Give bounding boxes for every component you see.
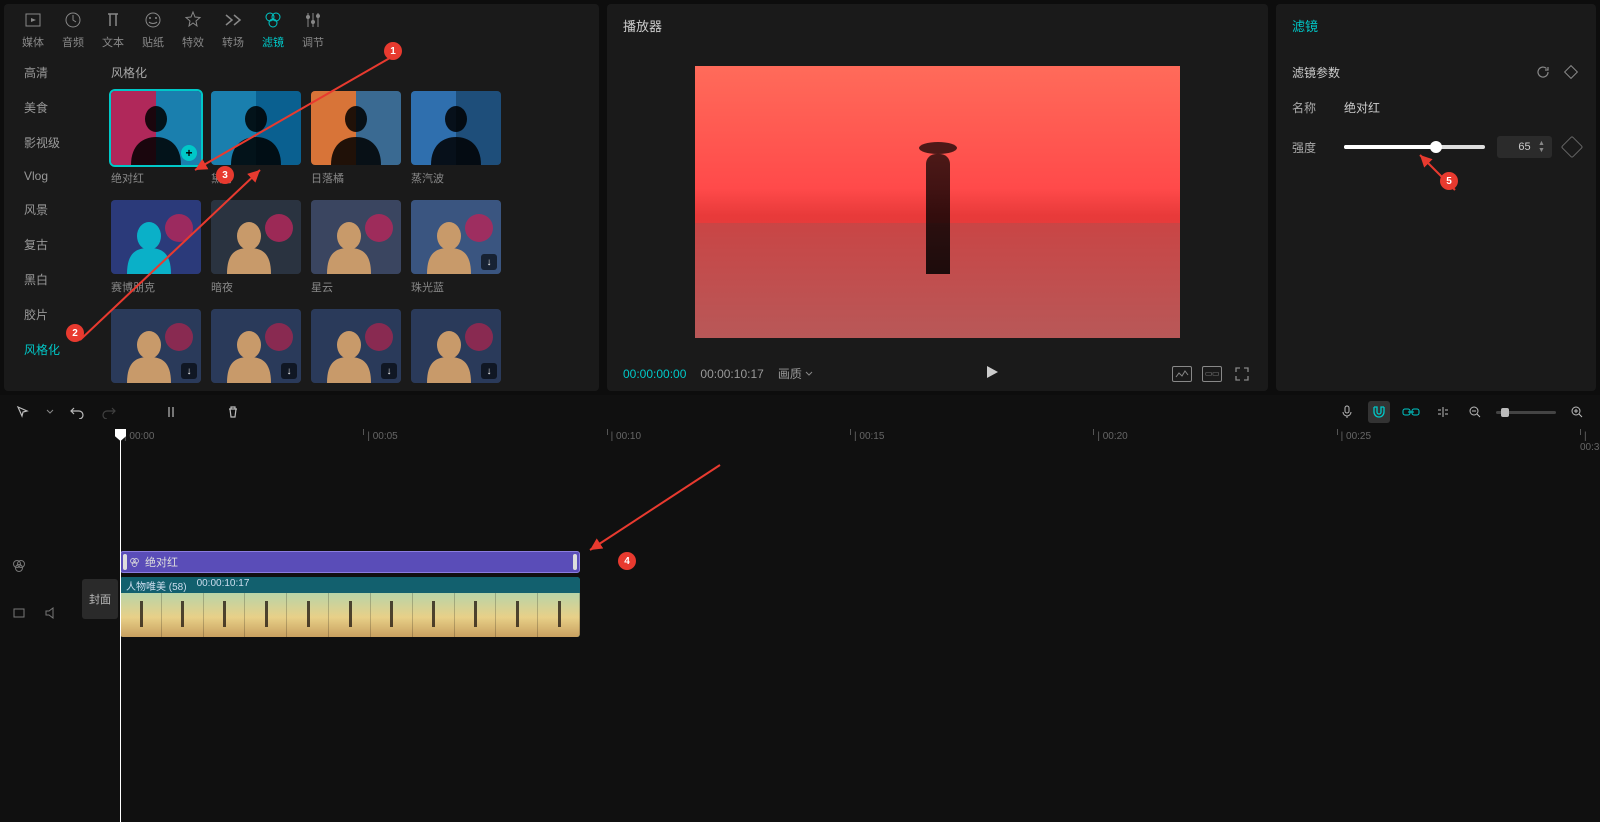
link-tool[interactable] <box>1400 401 1422 423</box>
filter-item-10[interactable]: ↓ <box>311 309 401 388</box>
filter-item-7[interactable]: ↓珠光蓝 <box>411 200 501 295</box>
grid-title: 风格化 <box>111 64 587 81</box>
name-label: 名称 <box>1292 99 1332 116</box>
compare-icon[interactable] <box>1172 366 1192 382</box>
video-clip-duration: 00:00:10:17 <box>197 578 250 592</box>
annotation-1: 1 <box>384 42 402 60</box>
strength-keyframe-button[interactable] <box>1561 136 1584 159</box>
chevron-down-icon <box>805 370 813 378</box>
split-tool[interactable] <box>160 401 182 423</box>
filter-item-11[interactable]: ↓ <box>411 309 501 388</box>
filter-item-3[interactable]: 蒸汽波 <box>411 91 501 186</box>
zoom-in-icon[interactable] <box>1566 401 1588 423</box>
undo-button[interactable] <box>66 401 88 423</box>
filter-item-2[interactable]: 日落橘 <box>311 91 401 186</box>
sidebar-cat-2[interactable]: 影视级 <box>24 134 99 151</box>
filter-item-5[interactable]: 暗夜 <box>211 200 301 295</box>
top-tab-4[interactable]: 特效 <box>182 10 204 54</box>
zoom-out-icon[interactable] <box>1464 401 1486 423</box>
filter-clip-label: 绝对红 <box>145 554 178 570</box>
cursor-dropdown[interactable] <box>44 401 56 423</box>
time-duration: 00:00:10:17 <box>700 367 763 381</box>
sidebar-cat-8[interactable]: 风格化 <box>24 341 99 358</box>
video-clip[interactable]: 人物唯美 (58) 00:00:10:17 <box>120 577 580 637</box>
timeline-toolbar <box>0 395 1600 429</box>
video-preview[interactable] <box>607 47 1268 356</box>
delete-tool[interactable] <box>222 401 244 423</box>
sidebar-cat-1[interactable]: 美食 <box>24 99 99 116</box>
sidebar-cat-3[interactable]: Vlog <box>24 169 99 183</box>
annotation-2: 2 <box>66 324 84 342</box>
sidebar-cat-0[interactable]: 高清 <box>24 64 99 81</box>
timeline-ruler[interactable]: | 00:00| 00:05| 00:10| 00:15| 00:20| 00:… <box>120 429 1600 451</box>
lock-track-icon[interactable] <box>12 606 26 623</box>
params-title: 滤镜参数 <box>1292 64 1340 81</box>
sidebar-cat-4[interactable]: 风景 <box>24 201 99 218</box>
playhead[interactable] <box>120 429 121 822</box>
filter-clip-icon <box>129 557 140 568</box>
top-tab-5[interactable]: 转场 <box>222 10 244 54</box>
strength-slider[interactable] <box>1344 145 1485 149</box>
annotation-3: 3 <box>216 166 234 184</box>
redo-button[interactable] <box>98 401 120 423</box>
quality-selector[interactable]: 画质 <box>778 365 813 382</box>
top-tabs: 媒体音频文本贴纸特效转场滤镜调节 <box>4 4 599 54</box>
top-tab-3[interactable]: 贴纸 <box>142 10 164 54</box>
timeline-panel: | 00:00| 00:05| 00:10| 00:15| 00:20| 00:… <box>0 395 1600 822</box>
player-title: 播放器 <box>607 4 1268 47</box>
mute-track-icon[interactable] <box>44 606 58 623</box>
mic-icon[interactable] <box>1336 401 1358 423</box>
add-icon[interactable]: + <box>181 145 197 161</box>
keyframe-diamond-icon[interactable] <box>1562 63 1580 81</box>
name-value: 绝对红 <box>1344 99 1380 116</box>
cursor-tool[interactable] <box>12 401 34 423</box>
download-icon[interactable]: ↓ <box>481 254 497 270</box>
top-tab-0[interactable]: 媒体 <box>22 10 44 54</box>
filter-categories: 高清美食影视级 Vlog 风景复古黑白胶片风格化 <box>4 54 99 391</box>
fullscreen-icon[interactable] <box>1232 366 1252 382</box>
annotation-5: 5 <box>1440 172 1458 190</box>
top-tab-6[interactable]: 滤镜 <box>262 10 284 54</box>
play-button[interactable] <box>984 364 1000 383</box>
annotation-4: 4 <box>618 552 636 570</box>
sidebar-cat-7[interactable]: 胶片 <box>24 306 99 323</box>
time-current: 00:00:00:00 <box>623 367 686 381</box>
download-icon[interactable]: ↓ <box>481 363 497 379</box>
reset-icon[interactable] <box>1534 63 1552 81</box>
video-clip-name: 人物唯美 (58) <box>126 578 187 592</box>
filter-panel-header: 滤镜 <box>1276 4 1596 47</box>
filter-track-icon[interactable] <box>12 559 26 576</box>
filter-item-9[interactable]: ↓ <box>211 309 301 388</box>
magnet-tool[interactable] <box>1368 401 1390 423</box>
top-tab-1[interactable]: 音频 <box>62 10 84 54</box>
strength-label: 强度 <box>1292 139 1332 156</box>
preview-axis-tool[interactable] <box>1432 401 1454 423</box>
filter-item-0[interactable]: +绝对红 <box>111 91 201 186</box>
download-icon[interactable]: ↓ <box>381 363 397 379</box>
player-panel: 播放器 00:00:00:00 00:00:10:17 画质 ▭▭ <box>607 4 1268 391</box>
ratio-icon[interactable]: ▭▭ <box>1202 366 1222 382</box>
download-icon[interactable]: ↓ <box>281 363 297 379</box>
filter-item-4[interactable]: 赛博朋克 <box>111 200 201 295</box>
cover-button[interactable]: 封面 <box>82 579 118 619</box>
zoom-slider[interactable] <box>1496 401 1556 423</box>
filter-params-panel: 滤镜 滤镜参数 名称 绝对红 强度 65 ▲▼ <box>1276 4 1596 391</box>
sidebar-cat-6[interactable]: 黑白 <box>24 271 99 288</box>
sidebar-cat-5[interactable]: 复古 <box>24 236 99 253</box>
strength-input[interactable]: 65 ▲▼ <box>1497 136 1552 158</box>
filter-grid: 风格化 +绝对红黛青日落橘蒸汽波赛博朋克暗夜星云↓珠光蓝↓↓↓↓ <box>99 54 599 391</box>
download-icon[interactable]: ↓ <box>181 363 197 379</box>
filter-clip[interactable]: 绝对红 <box>120 551 580 573</box>
filter-item-8[interactable]: ↓ <box>111 309 201 388</box>
top-tab-7[interactable]: 调节 <box>302 10 324 54</box>
filter-item-6[interactable]: 星云 <box>311 200 401 295</box>
player-controls: 00:00:00:00 00:00:10:17 画质 ▭▭ <box>607 356 1268 391</box>
top-tab-2[interactable]: 文本 <box>102 10 124 54</box>
library-panel: 媒体音频文本贴纸特效转场滤镜调节 高清美食影视级Vlog风景复古黑白胶片风格化 … <box>4 4 599 391</box>
